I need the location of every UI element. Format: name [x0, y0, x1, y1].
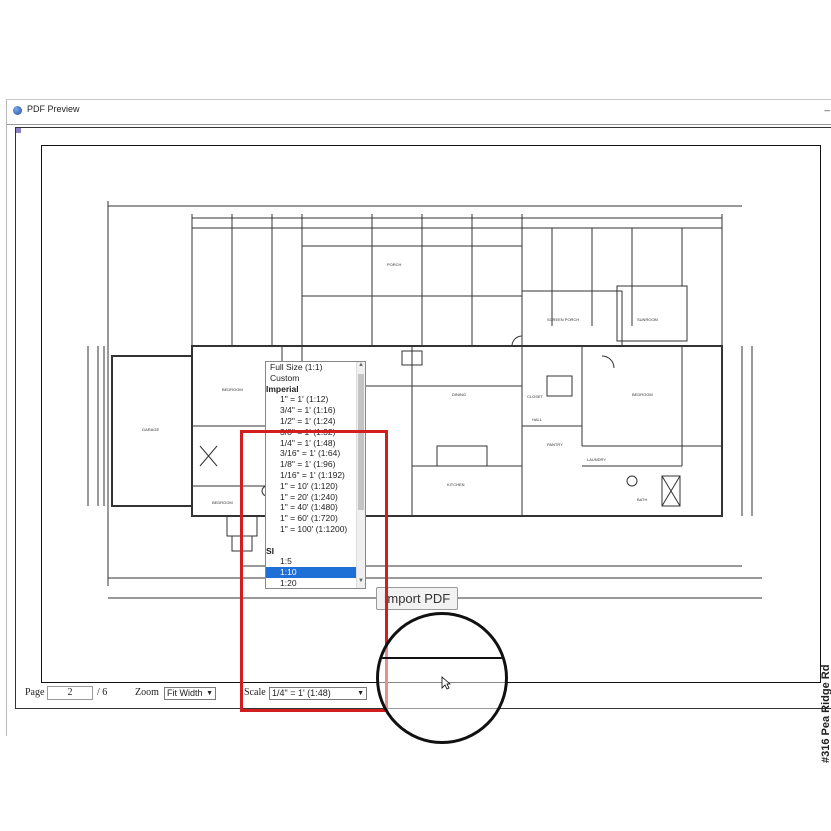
- scale-option[interactable]: Full Size (1:1): [266, 362, 365, 373]
- title-bar: PDF Preview _: [7, 100, 831, 125]
- mouse-cursor-icon: [441, 676, 451, 690]
- scale-option[interactable]: 1/2" = 1' (1:24): [266, 416, 365, 427]
- chevron-down-icon: ▼: [206, 690, 213, 697]
- scale-option[interactable]: 1" = 1' (1:12): [266, 394, 365, 405]
- window-title: PDF Preview: [27, 104, 80, 114]
- room-label-kitchen: KITCHEN: [447, 482, 465, 487]
- zoom-label: Zoom: [135, 687, 159, 698]
- scroll-up-icon[interactable]: ▲: [357, 362, 365, 372]
- room-label-dining: DINING: [452, 392, 466, 397]
- room-label-laundry: LAUNDRY: [587, 457, 606, 462]
- room-label-bath: BATH: [637, 497, 647, 502]
- room-label-bedroom-3: BEDROOM: [212, 500, 233, 505]
- page-number-input[interactable]: 2: [47, 686, 93, 700]
- room-label-closet: CLOSET: [527, 394, 544, 399]
- import-pdf-button[interactable]: Import PDF: [376, 587, 458, 610]
- app-icon: [13, 106, 22, 115]
- scale-option: Imperial: [266, 383, 299, 394]
- zoom-select-value: Fit Width: [167, 688, 203, 698]
- page-label: Page: [25, 687, 45, 698]
- scale-option[interactable]: Custom: [266, 373, 365, 384]
- room-label-sunroom: SUNROOM: [637, 317, 658, 322]
- room-label-bedroom-2: BEDROOM: [632, 392, 653, 397]
- page-total: / 6: [97, 687, 108, 698]
- room-label-pantry: PANTRY: [547, 442, 563, 447]
- room-label-bedroom-1: BEDROOM: [222, 387, 243, 392]
- room-label-screen-porch: SCREEN PORCH: [547, 317, 579, 322]
- room-label-porch: PORCH: [387, 262, 402, 267]
- magnified-line: [379, 657, 505, 659]
- room-label-garage: GARAGE: [142, 427, 159, 432]
- scale-option[interactable]: 3/4" = 1' (1:16): [266, 405, 365, 416]
- zoom-select[interactable]: Fit Width ▼: [164, 687, 216, 700]
- red-highlight-box: [240, 430, 388, 712]
- room-label-hall: HALL: [532, 417, 543, 422]
- minimize-button[interactable]: _: [824, 101, 830, 112]
